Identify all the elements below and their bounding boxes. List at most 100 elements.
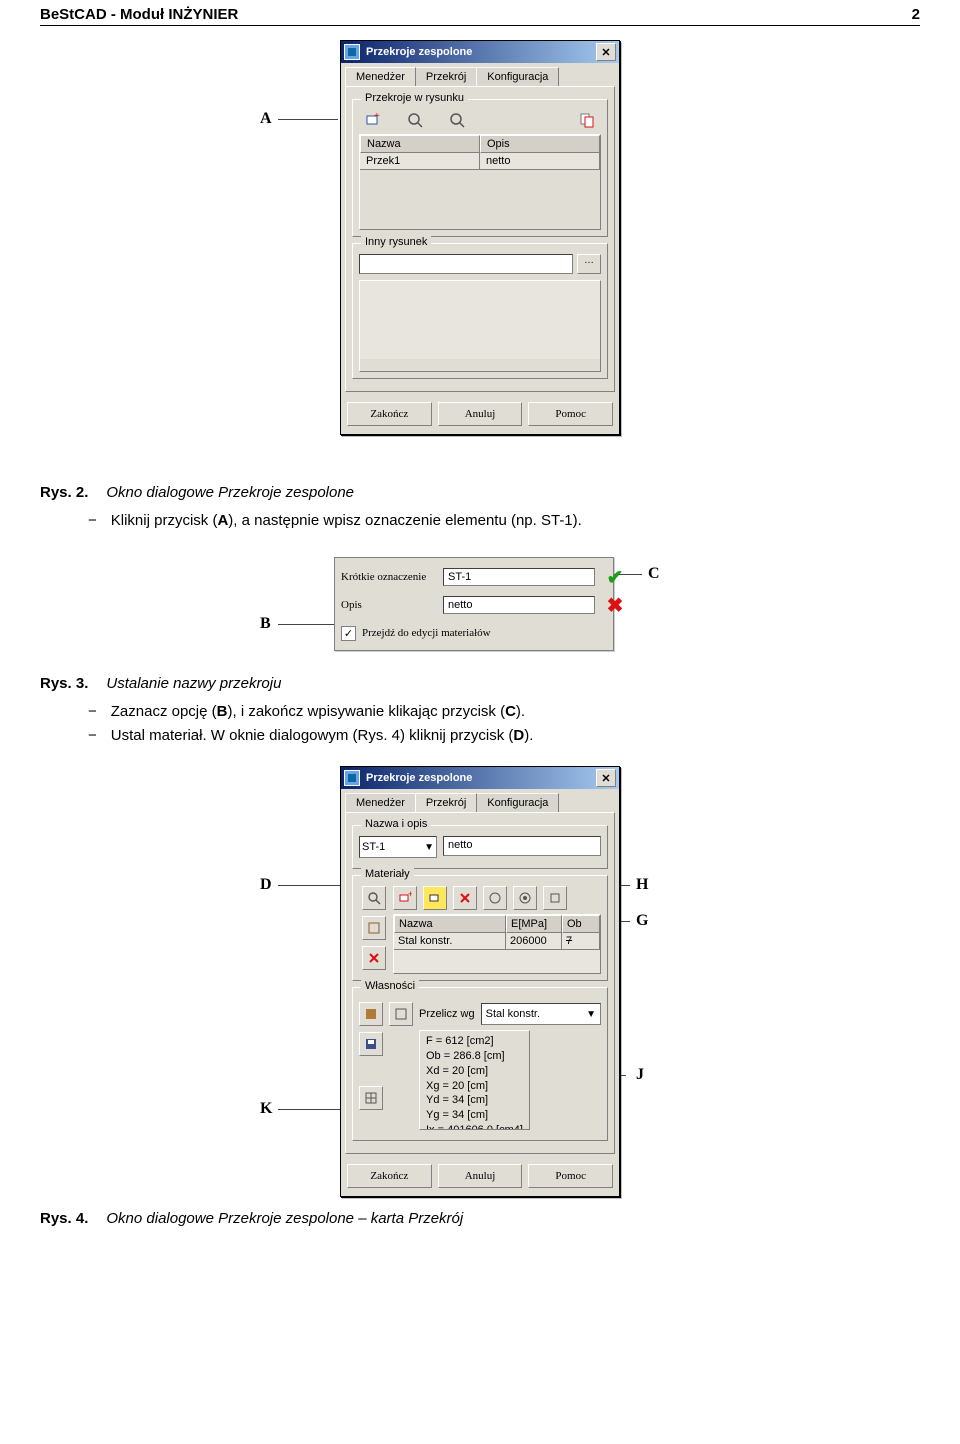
figure-3: B C Krótkie oznaczenie ✔ Opis ✖ ✓ Przejd… <box>40 551 920 661</box>
path-field[interactable] <box>359 254 573 274</box>
mat-circle1-icon[interactable] <box>483 886 507 910</box>
mat-header-e[interactable]: E[MPa] <box>506 915 562 933</box>
header-rule <box>40 25 920 26</box>
mat-cell-nazwa: Stal konstr. <box>394 933 506 950</box>
tab-menedzer[interactable]: Menedżer <box>345 793 416 812</box>
mat-edit-icon[interactable] <box>423 886 447 910</box>
results-box: F = 612 [cm2] Ob = 286.8 [cm] Xd = 20 [c… <box>419 1030 530 1130</box>
result-line: Yd = 34 [cm] <box>426 1093 523 1108</box>
dialog-buttons: Zakończ Anuluj Pomoc <box>341 1154 619 1196</box>
zakoncz-button[interactable]: Zakończ <box>347 402 432 426</box>
result-line: Ob = 286.8 [cm] <box>426 1049 523 1064</box>
list-header-nazwa[interactable]: Nazwa <box>360 135 480 153</box>
mat-circle2-icon[interactable] <box>513 886 537 910</box>
mat-remove-icon[interactable] <box>453 886 477 910</box>
marker-j: J <box>636 1066 644 1084</box>
list-header-opis[interactable]: Opis <box>480 135 600 153</box>
doc-title: BeStCAD - Moduł INŻYNIER <box>40 6 238 23</box>
list-przekroje[interactable]: Nazwa Opis Przek1 netto <box>359 134 601 230</box>
anuluj-button[interactable]: Anuluj <box>438 402 523 426</box>
find-icon[interactable] <box>447 110 467 130</box>
page-number: 2 <box>912 6 920 23</box>
close-icon[interactable]: ✕ <box>596 43 616 61</box>
chevron-down-icon: ▼ <box>586 1009 596 1020</box>
group-title: Własności <box>361 980 419 992</box>
input-krotkie-oznaczenie[interactable] <box>443 568 595 586</box>
bullet-text: Zaznacz opcję (B), i zakończ wpisywanie … <box>111 700 525 724</box>
combo-przelicz-wg[interactable]: Stal konstr. ▼ <box>481 1003 601 1025</box>
combo-nazwa[interactable]: ST-1 ▼ <box>359 836 437 858</box>
caption-fig3: Rys. 3. Ustalanie nazwy przekroju <box>40 675 920 692</box>
close-icon[interactable]: ✕ <box>596 769 616 787</box>
result-line: Xd = 20 [cm] <box>426 1064 523 1079</box>
caption-fig4: Rys. 4. Okno dialogowe Przekroje zespolo… <box>40 1210 920 1227</box>
dialog-title: Przekroje zespolone <box>366 772 590 784</box>
caption-key: Rys. 4. <box>40 1210 88 1227</box>
ok-icon[interactable]: ✔ <box>601 565 629 590</box>
mat-add-icon[interactable]: + <box>393 886 417 910</box>
zoom-icon[interactable] <box>362 886 386 910</box>
tab-panel: Nazwa i opis ST-1 ▼ netto Materiały <box>345 812 615 1154</box>
prop-icon-1[interactable] <box>359 1002 383 1026</box>
caption-text: Okno dialogowe Przekroje zespolone <box>106 484 354 501</box>
pomoc-button[interactable]: Pomoc <box>528 1164 613 1188</box>
grid-icon[interactable] <box>359 1086 383 1110</box>
bullet-dash: − <box>88 509 97 533</box>
group-wlasnosci: Własności Przelicz wg Stal konstr. ▼ <box>352 987 608 1141</box>
titlebar[interactable]: Przekroje zespolone ✕ <box>341 41 619 63</box>
bullets-fig3: − Zaznacz opcję (B), i zakończ wpisywani… <box>88 700 920 748</box>
tab-przekroj[interactable]: Przekrój <box>415 67 477 86</box>
browse-button[interactable]: … <box>577 254 601 274</box>
mat-header-nazwa[interactable]: Nazwa <box>394 915 506 933</box>
zakoncz-button[interactable]: Zakończ <box>347 1164 432 1188</box>
label-krotkie-oznaczenie: Krótkie oznaczenie <box>341 571 437 583</box>
checkbox-przejdz-edycja[interactable]: ✓ <box>341 626 356 641</box>
bullets-fig2: − Kliknij przycisk (A), a następnie wpis… <box>88 509 920 533</box>
toolbar: + <box>359 110 601 134</box>
list-row[interactable]: Przek1 netto <box>360 153 600 170</box>
prop-label: Przelicz wg <box>419 1008 475 1020</box>
group-title: Przekroje w rysunku <box>361 92 468 104</box>
add-icon[interactable]: + <box>363 110 383 130</box>
dialog-buttons: Zakończ Anuluj Pomoc <box>341 392 619 434</box>
mat-misc-icon[interactable] <box>543 886 567 910</box>
library-icon[interactable] <box>362 916 386 940</box>
checkbox-row[interactable]: ✓ Przejdź do edycji materiałów <box>341 626 595 641</box>
materials-list[interactable]: Nazwa E[MPa] Ob Stal konstr. 206000 7 <box>393 914 601 974</box>
anuluj-button[interactable]: Anuluj <box>438 1164 523 1188</box>
caption-text: Okno dialogowe Przekroje zespolone – kar… <box>106 1210 463 1227</box>
combo-value: Stal konstr. <box>486 1008 540 1020</box>
cell-nazwa: Przek1 <box>360 153 480 170</box>
cancel-icon[interactable]: ✖ <box>601 593 629 618</box>
titlebar[interactable]: Przekroje zespolone ✕ <box>341 767 619 789</box>
marker-k: K <box>260 1100 272 1118</box>
copy-icon[interactable] <box>577 110 597 130</box>
mat-header-ob[interactable]: Ob <box>562 915 600 933</box>
zoom-icon[interactable] <box>405 110 425 130</box>
tab-menedzer[interactable]: Menedżer <box>345 67 416 86</box>
bullet-dash: − <box>88 724 97 748</box>
materials-toolbar: + <box>393 886 601 910</box>
tab-konfiguracja[interactable]: Konfiguracja <box>476 793 559 812</box>
marker-c: C <box>648 565 660 583</box>
group-nazwa-i-opis: Nazwa i opis ST-1 ▼ netto <box>352 825 608 869</box>
mat-row[interactable]: Stal konstr. 206000 7 <box>394 933 600 950</box>
tab-konfiguracja[interactable]: Konfiguracja <box>476 67 559 86</box>
group-materialy: Materiały + <box>352 875 608 981</box>
tab-przekroj[interactable]: Przekrój <box>415 793 477 812</box>
pomoc-button[interactable]: Pomoc <box>528 402 613 426</box>
group-title: Materiały <box>361 868 414 880</box>
dialog-przekroje-zespolone-przekroj: Przekroje zespolone ✕ Menedżer Przekrój … <box>340 766 620 1197</box>
desc-field[interactable]: netto <box>443 836 601 856</box>
marker-a: A <box>260 110 272 128</box>
list-inny-rysunek[interactable] <box>359 280 601 372</box>
save-icon[interactable] <box>359 1032 383 1056</box>
bullet-text: Kliknij przycisk (A), a następnie wpisz … <box>111 509 582 533</box>
delete-icon[interactable] <box>362 946 386 970</box>
input-opis[interactable] <box>443 596 595 614</box>
result-line: Ix = 401606.0 [cm4] <box>426 1123 523 1130</box>
bullet-text: Ustal materiał. W oknie dialogowym (Rys.… <box>111 724 534 748</box>
mat-cell-ob: 7 <box>562 933 600 950</box>
prop-icon-2[interactable] <box>389 1002 413 1026</box>
marker-d: D <box>260 876 272 894</box>
